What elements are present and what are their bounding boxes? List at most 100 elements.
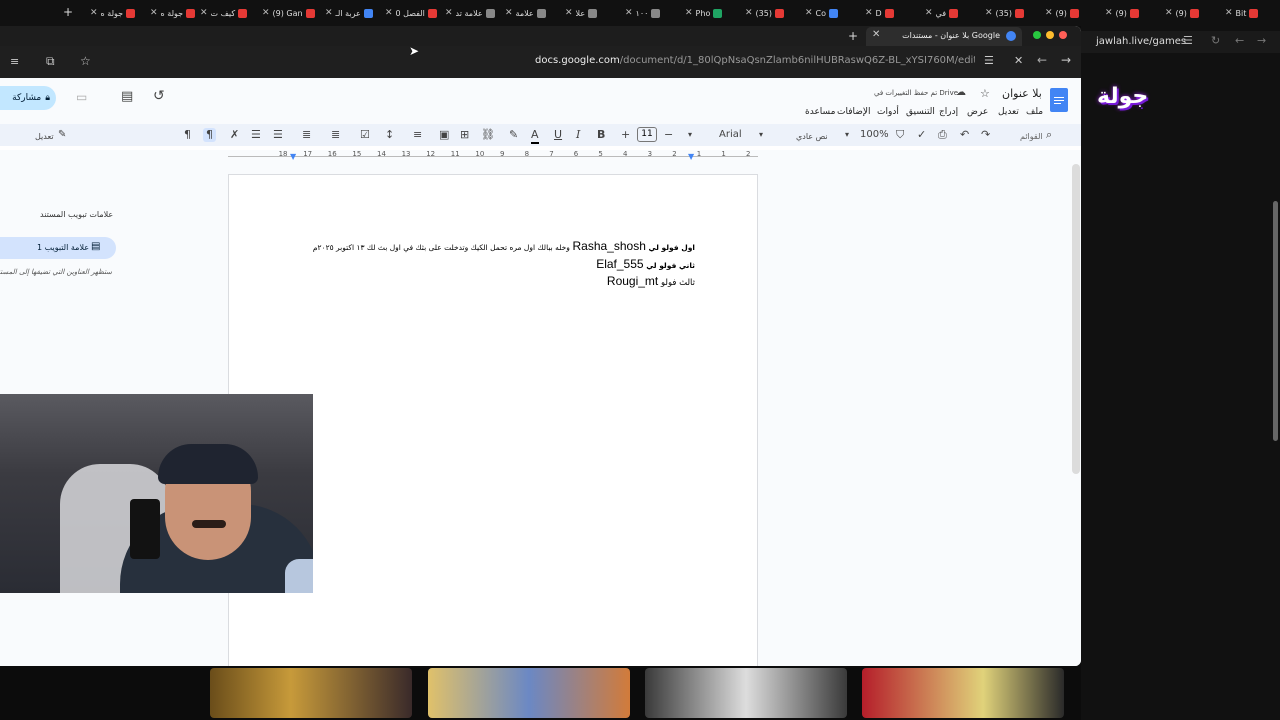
font-size-increase-icon[interactable]: + (621, 128, 630, 142)
browser-tab[interactable]: ✕ (35) (745, 6, 784, 20)
image-icon[interactable]: ▣ (439, 128, 449, 142)
reload-icon[interactable]: ↻ (1211, 34, 1220, 47)
close-window-button[interactable] (1059, 31, 1067, 39)
underline-icon[interactable]: U (554, 128, 562, 142)
chevron-down-icon[interactable]: ▾ (845, 128, 849, 142)
close-tab-icon[interactable]: ✕ (90, 8, 98, 18)
bulleted-list-icon[interactable]: ≣ (331, 128, 340, 142)
highlight-icon[interactable]: ✎ (509, 128, 518, 142)
close-tab-icon[interactable]: ✕ (200, 8, 208, 18)
chevron-down-icon[interactable]: ▾ (759, 128, 763, 142)
comment-add-icon[interactable]: ⊞ (460, 128, 469, 142)
zoom-select[interactable]: 100% (860, 128, 889, 142)
bold-icon[interactable]: B (597, 128, 605, 142)
doc-line-3[interactable]: ثالث فولو Rougi_mt (607, 274, 695, 288)
browser-tab[interactable]: ✕ علا (565, 6, 598, 20)
undo-icon[interactable]: ↶ (960, 128, 969, 142)
browser-tab[interactable]: ✕ (9) (1105, 6, 1139, 20)
history-icon[interactable]: ↺ (153, 88, 165, 104)
close-tab-icon[interactable]: ✕ (262, 8, 270, 18)
share-button[interactable]: مشاركة 🔒︎ (0, 86, 56, 110)
print-icon[interactable]: ⎙ (938, 128, 947, 142)
checklist-icon[interactable]: ☑ (360, 128, 370, 142)
doc-line-1[interactable]: اول فولو لي Rasha_shosh وخله ببالك اول م… (313, 239, 695, 253)
site-settings-icon[interactable]: ☰ (984, 54, 994, 67)
close-tab-icon[interactable]: ✕ (745, 8, 753, 18)
game-thumbnail[interactable] (210, 668, 412, 718)
outline-tab-item[interactable]: علامة التبويب 1 ▤ (0, 237, 116, 259)
active-tab[interactable]: ✕ بلا عنوان - مستندات Google (866, 27, 1022, 46)
forward-icon[interactable]: → (1257, 34, 1266, 47)
menu-file[interactable]: ملف (1026, 107, 1043, 117)
close-tab-icon[interactable]: ✕ (872, 29, 880, 40)
menu-edit[interactable]: تعديل (998, 107, 1019, 117)
browser-tab[interactable]: ✕ علامة (505, 6, 546, 20)
browser-tab[interactable]: ✕ جولة ه (150, 6, 196, 20)
comments-icon[interactable]: ▤ (121, 89, 133, 104)
meet-icon[interactable]: ▭ (76, 90, 87, 104)
close-tab-icon[interactable]: ✕ (565, 8, 573, 18)
close-tab-icon[interactable]: ✕ (925, 8, 933, 18)
menu-format[interactable]: التنسيق (906, 107, 935, 117)
forward-icon[interactable]: → (1061, 53, 1071, 67)
chevron-down-icon[interactable]: ▾ (688, 128, 692, 142)
docs-logo-icon[interactable] (1050, 88, 1068, 112)
search-icon[interactable]: ⌕ (1046, 128, 1052, 142)
font-size-field[interactable]: 11 (637, 127, 657, 142)
link-icon[interactable]: ⛓ (481, 128, 495, 142)
text-color-icon[interactable]: A (531, 128, 539, 144)
site-url[interactable]: jawlah.live/games (1096, 36, 1186, 47)
line-spacing-icon[interactable]: ↕ (385, 128, 394, 142)
close-tab-icon[interactable]: ✕ (505, 8, 513, 18)
close-tab-icon[interactable]: ✕ (1045, 8, 1053, 18)
browser-tab[interactable]: ✕ (9) (1165, 6, 1199, 20)
browser-tab[interactable]: ✕ كيف ت (200, 6, 248, 20)
browser-tab[interactable]: ✕ Bit (1225, 6, 1259, 20)
stop-icon[interactable]: ✕ (1014, 54, 1023, 67)
indent-increase-icon[interactable]: ☰ (273, 128, 283, 142)
maximize-button[interactable] (1033, 31, 1041, 39)
close-tab-icon[interactable]: ✕ (985, 8, 993, 18)
minimize-button[interactable] (1046, 31, 1054, 39)
browser-tab[interactable]: ✕ (35) (985, 6, 1024, 20)
close-tab-icon[interactable]: ✕ (1165, 8, 1173, 18)
doc-title[interactable]: بلا عنوان (1002, 87, 1042, 100)
browser-tab[interactable]: ✕ Pho (685, 6, 723, 20)
close-tab-icon[interactable]: ✕ (385, 8, 393, 18)
bookmark-star-icon[interactable]: ☆ (80, 54, 91, 68)
reading-list-icon[interactable]: ≡ (10, 55, 19, 68)
back-icon[interactable]: ← (1235, 34, 1244, 47)
menu-view[interactable]: عرض (967, 107, 988, 117)
clear-formatting-icon[interactable]: ¶ (184, 128, 191, 142)
align-icon[interactable]: ≡ (413, 128, 422, 142)
menu-insert[interactable]: إدراج (939, 107, 958, 117)
menu-addons[interactable]: الإضافات (837, 107, 871, 117)
close-tab-icon[interactable]: ✕ (1105, 8, 1113, 18)
numbered-list-icon[interactable]: ≣ (302, 128, 311, 142)
back-icon[interactable]: ← (1037, 53, 1047, 67)
left-indent-marker[interactable]: ▼ (290, 152, 296, 161)
close-tab-icon[interactable]: ✕ (865, 8, 873, 18)
browser-tab[interactable]: ✕ عربة الـ (325, 6, 373, 20)
new-tab-icon[interactable]: + (63, 6, 73, 18)
menu-help[interactable]: مساعدة (805, 107, 835, 117)
browser-tab[interactable]: ✕ (9) (1045, 6, 1079, 20)
right-indent-marker[interactable]: ▼ (688, 152, 694, 161)
browser-tab[interactable]: ✕ جولة ه (90, 6, 136, 20)
italic-icon[interactable]: I (576, 128, 580, 142)
browser-tab[interactable]: ✕ D (865, 6, 894, 20)
game-thumbnail[interactable] (428, 668, 630, 718)
new-tab-icon[interactable]: + (848, 29, 858, 43)
redo-icon[interactable]: ↷ (981, 128, 990, 142)
browser-tab[interactable]: ✕ (9) Gan (262, 6, 315, 20)
clear-format-icon[interactable]: ✗ (230, 128, 239, 142)
vertical-scrollbar[interactable] (1072, 164, 1080, 474)
browser-tab[interactable]: ✕ الفصل 0 (385, 6, 437, 20)
close-tab-icon[interactable]: ✕ (150, 8, 158, 18)
browser-tab[interactable]: ✕ علامة تد (445, 6, 495, 20)
edit-mode-label[interactable]: تعديل (35, 130, 54, 144)
browser-tab[interactable]: ✕ Co (805, 6, 839, 20)
paint-format-icon[interactable]: ⛉ (896, 128, 904, 142)
spellcheck-icon[interactable]: ✓ (917, 128, 926, 142)
font-select[interactable]: Arial (719, 128, 742, 142)
